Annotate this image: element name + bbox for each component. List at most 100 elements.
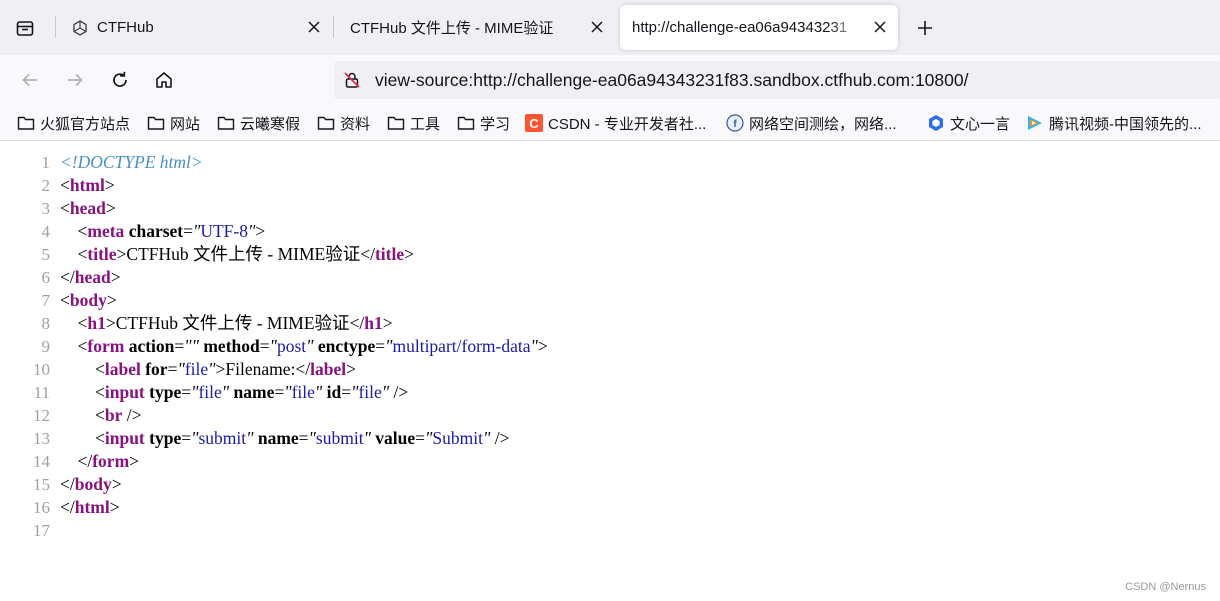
reload-icon (113, 71, 127, 87)
bookmark-wenxin[interactable]: 文心一言 (927, 113, 1010, 133)
close-icon[interactable] (872, 19, 888, 35)
tag-name: form (87, 336, 125, 356)
attr-name: charset (128, 221, 184, 241)
text-node: CTFHub 文件上传 - MIME验证 (115, 313, 350, 333)
line-number: 6 (41, 268, 51, 287)
attr-name: type (149, 382, 182, 402)
source-line: 4 <meta charset="UTF-8"> (0, 220, 1220, 243)
line-number: 12 (33, 406, 50, 425)
tab-mime[interactable]: CTFHub 文件上传 - MIME验证 (337, 5, 615, 50)
attr-name: enctype (317, 336, 376, 356)
forward-button[interactable] (60, 65, 90, 95)
wenxin-icon (927, 114, 945, 132)
attr-value: submit (198, 428, 247, 448)
new-tab-button[interactable] (910, 13, 940, 43)
attr-name: name (233, 382, 275, 402)
source-line: 14 </form> (0, 450, 1220, 473)
fofa-icon: f (726, 114, 744, 132)
source-line: 16 </html> (0, 496, 1220, 519)
tab-list-icon (16, 21, 34, 36)
bookmark-fofa[interactable]: f 网络空间测绘，网络... (726, 113, 897, 133)
source-line: 3 <head> (0, 197, 1220, 220)
source-line: 11 <input type="file" name="file" id="fi… (0, 381, 1220, 404)
tab-view-source[interactable]: http://challenge-ea06a94343231 (620, 5, 898, 50)
tab-title: http://challenge-ea06a94343231 (632, 19, 848, 36)
bookmark-label: 资料 (340, 115, 371, 133)
reload-button[interactable] (105, 65, 135, 95)
attr-value: UTF-8 (200, 221, 248, 241)
attr-name: type (149, 428, 182, 448)
bookmark-label: 火狐官方站点 (40, 115, 131, 133)
bookmark-folder[interactable]: 资料 (317, 113, 370, 133)
attr-name: name (257, 428, 299, 448)
tag-name: title (87, 244, 117, 264)
bookmark-label: 学习 (480, 115, 511, 133)
back-button[interactable] (15, 65, 45, 95)
tab-divider (333, 16, 334, 38)
source-view: 1 <!DOCTYPE html> 2 <html> 3 <head> 4 <meta… (0, 151, 1220, 542)
home-button[interactable] (149, 65, 179, 95)
source-line: 8 <h1>CTFHub 文件上传 - MIME验证</h1> (0, 312, 1220, 335)
home-icon (156, 72, 172, 88)
tab-divider (55, 16, 56, 38)
attr-value: file (291, 382, 315, 402)
tab-title: CTFHub 文件上传 - MIME验证 (350, 20, 554, 37)
bookmark-folder[interactable]: 云曦寒假 (217, 113, 300, 133)
source-line: 1 <!DOCTYPE html> (0, 151, 1220, 174)
tag-name: html (69, 175, 105, 195)
bookmark-label: 文心一言 (950, 115, 1011, 133)
attr-value: Submit (432, 428, 483, 448)
source-line: 7 <body> (0, 289, 1220, 312)
line-number: 9 (41, 337, 51, 356)
address-bar[interactable]: view-source:http://challenge-ea06a943432… (334, 61, 1220, 99)
tag-name: head (74, 267, 111, 287)
source-line: 2 <html> (0, 174, 1220, 197)
source-line: 17 (0, 519, 1220, 542)
folder-icon (147, 114, 165, 132)
insecure-lock-icon[interactable] (342, 70, 362, 90)
close-icon[interactable] (306, 19, 322, 35)
line-number: 7 (41, 291, 51, 310)
bookmark-label: 腾讯视频-中国领先的... (1049, 115, 1202, 133)
bookmark-folder[interactable]: 工具 (387, 113, 440, 133)
bookmark-folder[interactable]: 火狐官方站点 (17, 113, 130, 133)
doctype: <!DOCTYPE html> (60, 152, 203, 172)
arrow-left-icon (22, 73, 37, 87)
folder-icon (457, 114, 475, 132)
folder-icon (317, 114, 335, 132)
text-node: Filename: (225, 359, 296, 379)
bookmark-folder[interactable]: 学习 (457, 113, 510, 133)
close-icon[interactable] (589, 19, 605, 35)
url-text[interactable]: view-source:http://challenge-ea06a943432… (375, 70, 968, 91)
tab-list-button[interactable] (10, 13, 40, 43)
tab-strip: CTFHub CTFHub 文件上传 - MIME验证 http://chall… (0, 0, 1220, 55)
source-line: 13 <input type="submit" name="submit" va… (0, 427, 1220, 450)
folder-icon (17, 114, 35, 132)
bookmark-label: 云曦寒假 (240, 115, 301, 133)
tag-name: label (310, 359, 347, 379)
attr-value: post (276, 336, 307, 356)
line-number: 4 (41, 222, 51, 241)
ctfhub-icon (72, 19, 88, 36)
tab-ctfhub[interactable]: CTFHub (62, 5, 332, 50)
bookmarks-toolbar: 火狐官方站点 网站 云曦寒假 资料 工具 学习 C CSDN - 专业开发者社.… (0, 105, 1220, 141)
arrow-right-icon (68, 73, 83, 87)
tag-name: h1 (87, 313, 106, 333)
bookmark-csdn[interactable]: C CSDN - 专业开发者社... (525, 113, 706, 133)
line-number: 3 (41, 199, 51, 218)
tag-name: body (74, 474, 112, 494)
tag-name: body (69, 290, 107, 310)
tag-name: input (104, 382, 145, 402)
bookmark-folder[interactable]: 网站 (147, 113, 200, 133)
bookmark-tencent-video[interactable]: 腾讯视频-中国领先的... (1026, 113, 1202, 133)
tag-name: br (104, 405, 123, 425)
watermark: CSDN @Nernus (1125, 581, 1206, 593)
bookmark-label: 网站 (170, 115, 201, 133)
line-number: 11 (33, 383, 50, 402)
source-line: 9 <form action="" method="post" enctype=… (0, 335, 1220, 358)
tag-name: form (92, 451, 130, 471)
attr-value: multipart/form-data (392, 336, 531, 356)
navigation-bar: view-source:http://challenge-ea06a943432… (0, 55, 1220, 105)
source-line: 10 <label for="file">Filename:</label> (0, 358, 1220, 381)
tencent-video-icon (1026, 114, 1044, 132)
